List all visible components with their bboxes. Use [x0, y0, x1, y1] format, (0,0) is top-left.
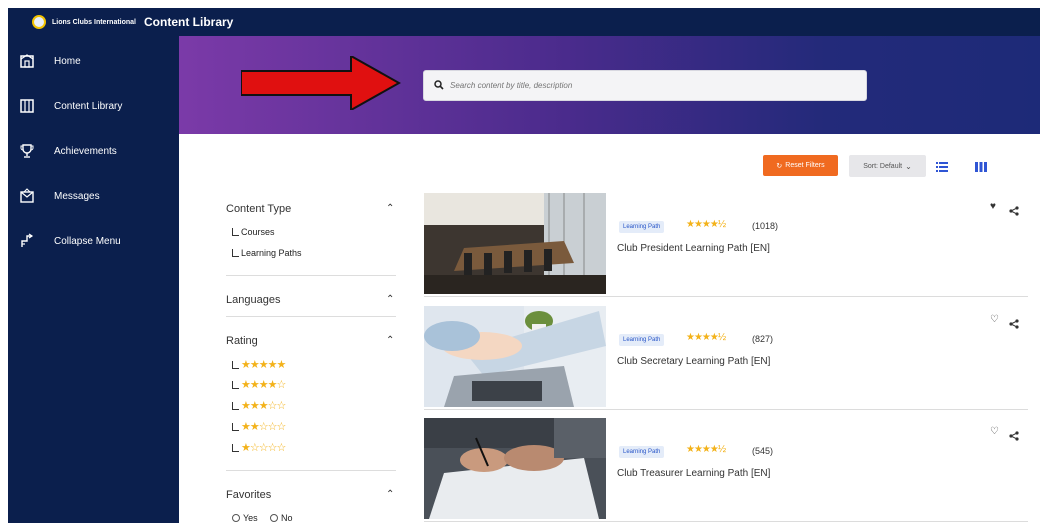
reset-filters-label: Reset Filters [785, 162, 825, 169]
favorite-heart-filled-icon[interactable]: ♥ [990, 201, 996, 212]
search-bar[interactable] [423, 70, 867, 101]
radio-button[interactable] [232, 514, 240, 522]
divider [226, 316, 396, 317]
sidebar-item-label: Collapse Menu [54, 235, 121, 247]
chevron-up-icon[interactable]: ⌃ [386, 335, 394, 346]
filter-heading-content-type[interactable]: Content Type [226, 203, 291, 215]
search-icon [434, 77, 444, 95]
collapse-icon [18, 232, 36, 250]
chevron-up-icon[interactable]: ⌃ [386, 294, 394, 305]
card-title[interactable]: Club Secretary Learning Path [EN] [617, 356, 770, 367]
filter-heading-favorites[interactable]: Favorites [226, 489, 271, 501]
card-rating-count: (545) [752, 446, 774, 456]
red-arrow-annotation [241, 56, 401, 110]
library-icon [18, 97, 36, 115]
page: Lions Clubs International Content Librar… [0, 0, 1048, 523]
chevron-down-icon: ⌄ [905, 161, 912, 171]
org-name: Lions Clubs International [52, 18, 137, 26]
checkbox[interactable] [232, 380, 239, 389]
rating-stars: ★★★☆☆ [241, 400, 286, 412]
share-icon[interactable] [1009, 428, 1019, 446]
divider [226, 470, 396, 471]
favorites-option-yes[interactable]: Yes [232, 513, 258, 523]
card-title[interactable]: Club President Learning Path [EN] [617, 243, 770, 254]
checkbox[interactable] [232, 228, 239, 236]
checkbox[interactable] [232, 360, 239, 369]
card-thumbnail-boardroom[interactable] [424, 193, 606, 294]
filter-heading-languages[interactable]: Languages [226, 294, 280, 306]
share-icon[interactable] [1009, 316, 1019, 334]
messages-icon [18, 187, 36, 205]
favorite-heart-outline-icon[interactable]: ♡ [990, 314, 999, 325]
sort-label: Sort: Default [863, 162, 903, 170]
card-badge: Learning Path [619, 221, 665, 233]
card-rating-stars: ★★★★½ [686, 219, 726, 230]
favorite-heart-outline-icon[interactable]: ♡ [990, 426, 999, 437]
favorites-option-label: Yes [243, 513, 258, 523]
chevron-up-icon[interactable]: ⌃ [386, 489, 394, 500]
filter-option-label: Learning Paths [241, 248, 302, 258]
top-bar: Lions Clubs International Content Librar… [8, 8, 1040, 36]
card-rating-stars: ★★★★½ [686, 332, 726, 343]
card-rating-count: (1018) [752, 221, 779, 231]
rating-stars: ★★★★☆ [241, 379, 286, 391]
checkbox[interactable] [232, 249, 239, 257]
favorites-option-label: No [281, 513, 293, 523]
rating-stars: ★★☆☆☆ [241, 421, 286, 433]
rating-filter-4[interactable]: ★★★★☆ [232, 378, 286, 391]
sidebar-item-label: Home [54, 55, 81, 67]
lions-logo-icon[interactable] [32, 15, 46, 29]
search-banner [179, 36, 1040, 134]
grid-view-icon[interactable] [975, 159, 987, 177]
sidebar-item-content-library[interactable]: Content Library [8, 91, 179, 121]
app-title: Content Library [144, 15, 234, 29]
content-card[interactable]: Learning Path ★★★★½ (827) Club Secretary… [424, 306, 1028, 410]
filter-option-learning-paths[interactable]: Learning Paths [232, 248, 302, 258]
rating-filter-2[interactable]: ★★☆☆☆ [232, 420, 286, 433]
sidebar-item-achievements[interactable]: Achievements [8, 136, 179, 166]
card-badge: Learning Path [619, 446, 665, 458]
card-title[interactable]: Club Treasurer Learning Path [EN] [617, 468, 770, 479]
sort-dropdown[interactable]: Sort: Default ⌄ [849, 155, 926, 177]
trophy-icon [18, 142, 36, 160]
list-view-icon[interactable] [936, 159, 948, 177]
reset-icon: ↻ [776, 162, 783, 170]
card-badge: Learning Path [619, 334, 665, 346]
checkbox[interactable] [232, 422, 239, 431]
filter-option-courses[interactable]: Courses [232, 227, 275, 237]
favorites-option-no[interactable]: No [270, 513, 293, 523]
checkbox[interactable] [232, 401, 239, 410]
rating-filter-3[interactable]: ★★★☆☆ [232, 399, 286, 412]
sidebar-item-home[interactable]: Home [8, 46, 179, 76]
rating-filter-5[interactable]: ★★★★★ [232, 358, 286, 371]
sidebar-item-messages[interactable]: Messages [8, 181, 179, 211]
share-icon[interactable] [1009, 203, 1019, 221]
divider [226, 275, 396, 276]
filter-option-label: Courses [241, 227, 275, 237]
card-rating-stars: ★★★★½ [686, 444, 726, 455]
card-thumbnail-signing[interactable] [424, 418, 606, 519]
sidebar-item-label: Achievements [54, 145, 117, 157]
checkbox[interactable] [232, 443, 239, 452]
filter-heading-rating[interactable]: Rating [226, 335, 258, 347]
rating-stars: ★☆☆☆☆ [241, 442, 286, 454]
card-rating-count: (827) [752, 334, 774, 344]
content-card[interactable]: Learning Path ★★★★½ (1018) Club Presiden… [424, 193, 1028, 297]
search-input[interactable] [450, 81, 850, 90]
card-thumbnail-laptop[interactable] [424, 306, 606, 407]
content-card[interactable]: Learning Path ★★★★½ (545) Club Treasurer… [424, 418, 1028, 522]
reset-filters-button[interactable]: ↻ Reset Filters [763, 155, 838, 176]
home-icon [18, 52, 36, 70]
sidebar: Home Content Library Achievements Messag… [8, 36, 179, 523]
radio-button[interactable] [270, 514, 278, 522]
rating-stars: ★★★★★ [241, 359, 286, 371]
chevron-up-icon[interactable]: ⌃ [386, 203, 394, 214]
sidebar-item-collapse-menu[interactable]: Collapse Menu [8, 226, 179, 256]
sidebar-item-label: Content Library [54, 100, 123, 112]
sidebar-item-label: Messages [54, 190, 100, 202]
rating-filter-1[interactable]: ★☆☆☆☆ [232, 441, 286, 454]
